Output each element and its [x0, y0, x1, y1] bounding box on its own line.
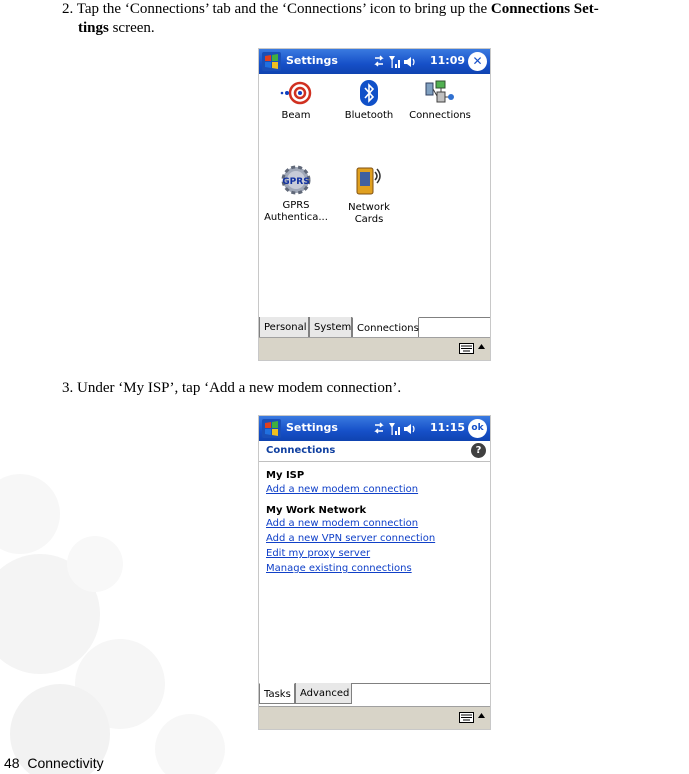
step-2-instruction: 2. Tap the ‘Connections’ tab and the ‘Co…	[62, 0, 682, 38]
tab-connections[interactable]: Connections	[352, 317, 419, 338]
title-text: Settings	[286, 421, 338, 434]
beam-label: Beam	[281, 110, 311, 121]
command-bar	[259, 337, 490, 360]
status-icons[interactable]	[373, 420, 429, 437]
connections-item[interactable]: Connections	[405, 80, 475, 122]
gprs-gear-icon: GPRS	[281, 165, 311, 195]
section-name: Connectivity	[27, 755, 104, 771]
isp-add-modem-link[interactable]: Add a new modem connection	[266, 484, 418, 495]
my-work-network-heading: My Work Network	[266, 505, 367, 516]
background-bubbles	[0, 474, 225, 774]
start-flag-icon[interactable]	[262, 419, 281, 438]
start-flag-icon[interactable]	[262, 52, 281, 71]
gprs-label: GPRS Authentica...	[264, 200, 328, 223]
step-2-text: 2. Tap the ‘Connections’ tab and the ‘Co…	[62, 1, 491, 17]
keyboard-icon[interactable]	[459, 343, 474, 354]
clock[interactable]: 11:09	[430, 54, 465, 67]
network-cards-label: Network Cards	[348, 202, 390, 225]
settings-icon-grid: Beam Bluetooth Connections GPRS GPRS Aut…	[259, 74, 490, 318]
my-isp-heading: My ISP	[266, 470, 305, 481]
keyboard-icon[interactable]	[459, 712, 474, 723]
step-2-bold-cont: tings	[78, 20, 109, 36]
svg-text:GPRS: GPRS	[282, 177, 309, 187]
sync-icon	[374, 55, 384, 67]
network-card-icon	[356, 167, 381, 195]
tab-advanced[interactable]: Advanced	[295, 683, 352, 704]
command-bar	[259, 706, 490, 729]
network-cards-item[interactable]: Network Cards	[334, 164, 404, 226]
step-2-bold: Connections Set-	[490, 1, 599, 17]
clock[interactable]: 11:15	[430, 421, 465, 434]
beam-item[interactable]: Beam	[261, 80, 331, 122]
speaker-icon	[404, 57, 415, 67]
tab-tasks[interactable]: Tasks	[259, 683, 295, 704]
gprs-authentication-item[interactable]: GPRS GPRS Authentica...	[261, 164, 331, 224]
tab-system[interactable]: System	[309, 317, 352, 338]
input-arrow-icon[interactable]	[478, 713, 485, 719]
work-add-modem-link[interactable]: Add a new modem connection	[266, 518, 418, 529]
bluetooth-label: Bluetooth	[344, 110, 394, 121]
close-icon: ✕	[472, 54, 483, 68]
work-add-vpn-link[interactable]: Add a new VPN server connection	[266, 533, 435, 544]
step-3-instruction: 3. Under ‘My ISP’, tap ‘Add a new modem …	[62, 380, 402, 396]
connections-settings-screen: Settings 11:15 ok Connections ? My ISP A…	[258, 415, 491, 730]
page-number: 48	[4, 755, 20, 771]
status-icons[interactable]	[373, 53, 429, 70]
title-bar: Settings 11:09 ✕	[259, 49, 490, 74]
page-footer: 48 Connectivity	[4, 755, 104, 771]
signal-icon	[389, 56, 400, 68]
manage-connections-link[interactable]: Manage existing connections	[266, 563, 412, 574]
tab-personal[interactable]: Personal	[259, 317, 309, 338]
input-arrow-icon[interactable]	[478, 344, 485, 350]
connections-header: Connections ?	[259, 441, 490, 462]
connections-tasks-panel: My ISP Add a new modem connection My Wor…	[259, 462, 490, 669]
beam-icon	[280, 81, 312, 105]
connections-heading: Connections	[266, 445, 336, 456]
close-button[interactable]: ✕	[468, 52, 487, 71]
ok-button[interactable]: ok	[468, 419, 487, 438]
bluetooth-icon	[360, 80, 378, 106]
title-text: Settings	[286, 54, 338, 67]
bluetooth-item[interactable]: Bluetooth	[334, 80, 404, 122]
settings-screen-connections-tab: Settings 11:09 ✕ Beam Bluetooth Connecti…	[258, 48, 491, 361]
connections-icon	[425, 80, 454, 103]
tab-bar: Tasks Advanced	[259, 683, 490, 706]
help-icon[interactable]: ?	[471, 443, 486, 458]
title-bar: Settings 11:15 ok	[259, 416, 490, 441]
connections-label: Connections	[409, 110, 471, 121]
step-2-suffix: screen.	[108, 20, 155, 36]
edit-proxy-link[interactable]: Edit my proxy server	[266, 548, 370, 559]
